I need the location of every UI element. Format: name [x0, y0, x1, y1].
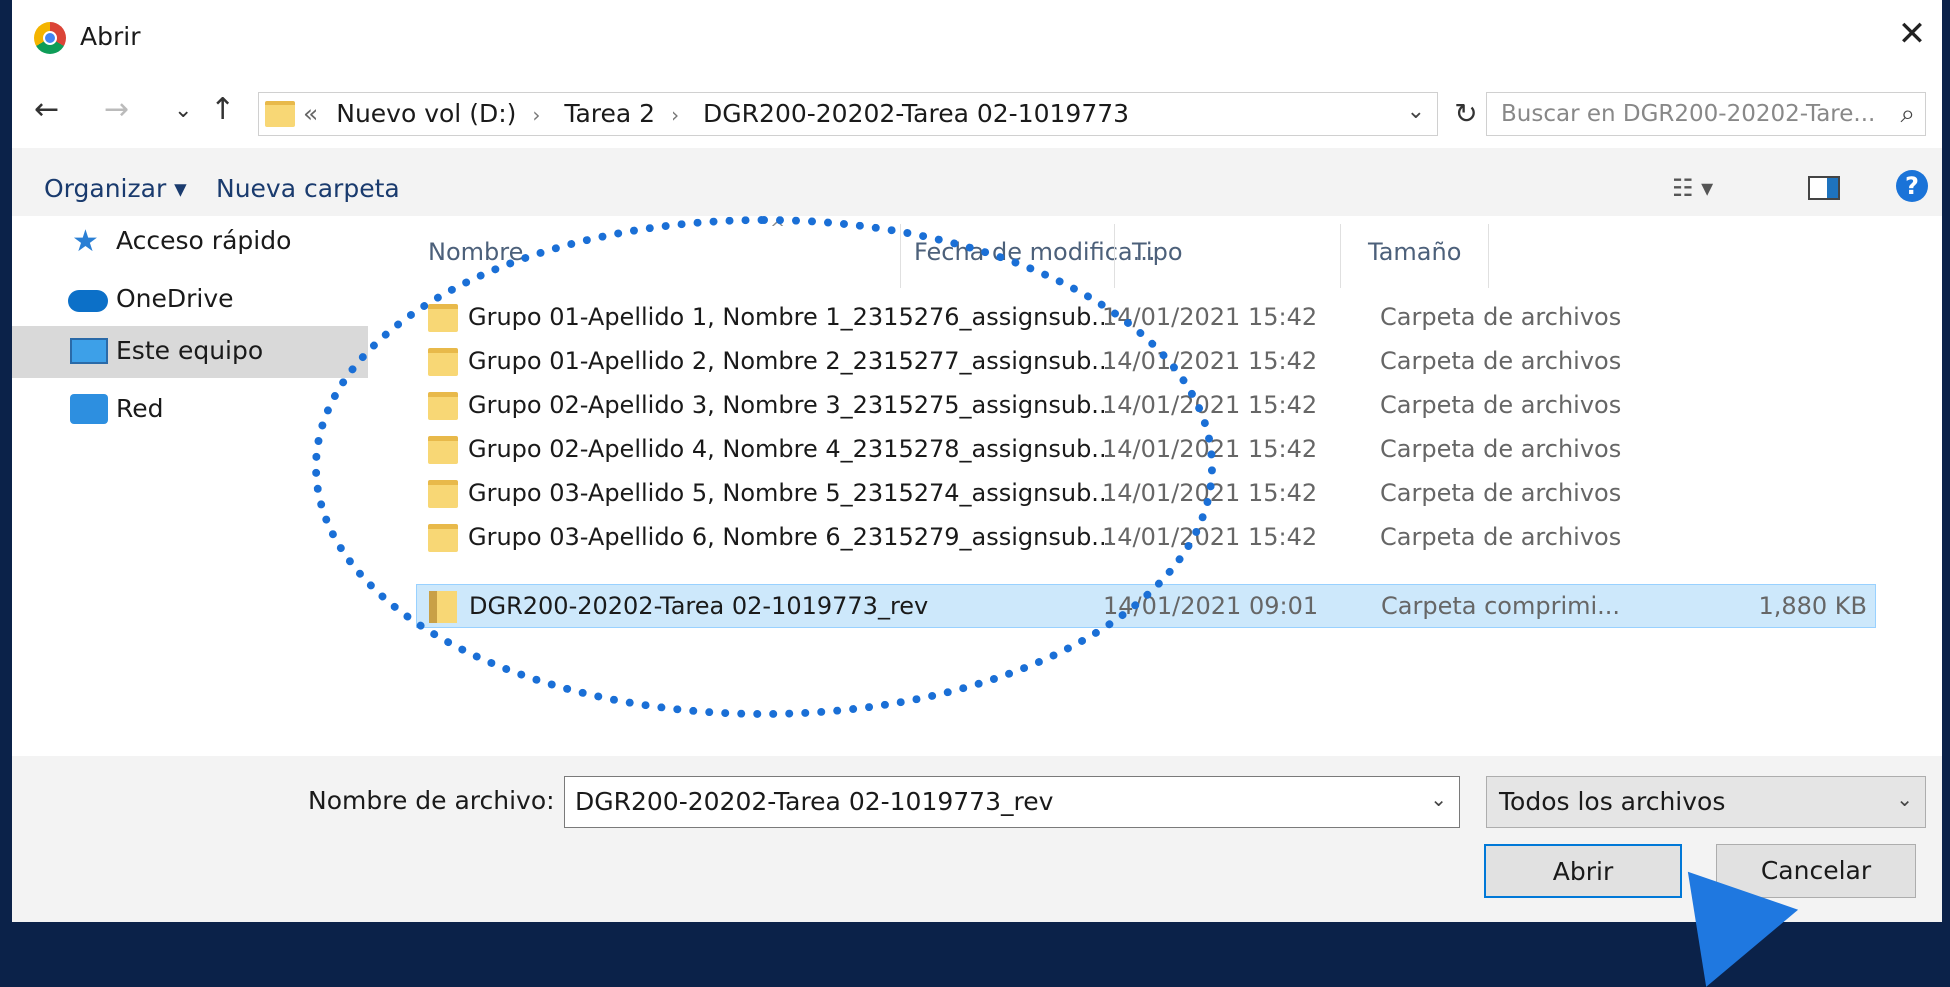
breadcrumb-item[interactable]: DGR200-20202-Tarea 02-1019773	[703, 99, 1129, 128]
window-title: Abrir	[80, 22, 141, 51]
help-icon[interactable]: ?	[1896, 170, 1928, 202]
preview-pane-icon[interactable]	[1808, 176, 1840, 200]
sidebar-item-label: Acceso rápido	[116, 226, 292, 255]
chrome-icon	[34, 22, 66, 54]
breadcrumb-separator[interactable]: ›	[532, 103, 540, 127]
file-type-value: Todos los archivos	[1499, 787, 1726, 816]
file-size: 1,880 KB	[1758, 592, 1867, 620]
breadcrumb-separator[interactable]: ›	[671, 103, 679, 127]
file-type: Carpeta de archivos	[1380, 391, 1622, 419]
title-bar: Abrir ✕	[12, 0, 1942, 80]
refresh-button[interactable]: ↻	[1444, 92, 1488, 136]
sidebar-item-quick-access[interactable]: ★ Acceso rápido	[12, 216, 368, 268]
organize-button[interactable]: Organizar ▾	[44, 174, 187, 203]
sidebar-item-label: Este equipo	[116, 336, 264, 365]
sidebar-item-label: OneDrive	[116, 284, 234, 313]
file-type: Carpeta de archivos	[1380, 479, 1622, 507]
chevron-down-icon[interactable]: ⌄	[1430, 787, 1447, 811]
address-bar[interactable]: « Nuevo vol (D:) › Tarea 2 › DGR200-20202-…	[258, 92, 1438, 136]
recent-locations-button[interactable]: ⌄	[174, 98, 192, 123]
highlight-ellipse	[312, 216, 1216, 718]
column-divider[interactable]	[1488, 224, 1489, 288]
sidebar-item-label: Red	[116, 394, 164, 423]
filename-label: Nombre de archivo:	[308, 786, 555, 815]
forward-button[interactable]: →	[104, 92, 129, 127]
sidebar-item-onedrive[interactable]: OneDrive	[12, 274, 368, 326]
sidebar-item-this-pc[interactable]: Este equipo	[12, 326, 368, 378]
breadcrumb: « Nuevo vol (D:) › Tarea 2 › DGR200-20202-…	[303, 99, 1129, 128]
network-icon	[70, 394, 108, 424]
file-type-select[interactable]: Todos los archivos ⌄	[1486, 776, 1926, 828]
file-type: Carpeta de archivos	[1380, 303, 1622, 331]
view-options-icon[interactable]: ☷ ▾	[1672, 174, 1713, 202]
file-type: Carpeta de archivos	[1380, 347, 1622, 375]
column-divider[interactable]	[1114, 224, 1115, 288]
column-header-type[interactable]: Tipo	[1132, 238, 1183, 266]
column-header-size[interactable]: Tamaño	[1368, 238, 1461, 266]
filename-input[interactable]: DGR200-20202-Tarea 02-1019773_rev ⌄	[564, 776, 1460, 828]
file-type: Carpeta de archivos	[1380, 523, 1622, 551]
sidebar-item-network[interactable]: Red	[12, 384, 368, 436]
folder-icon	[265, 101, 295, 127]
search-placeholder: Buscar en DGR200-20202-Tare...	[1501, 101, 1876, 127]
open-button[interactable]: Abrir	[1484, 844, 1682, 898]
up-button[interactable]: ↑	[210, 92, 235, 127]
file-type: Carpeta comprimi...	[1381, 592, 1621, 620]
breadcrumb-item[interactable]: Nuevo vol (D:)	[336, 99, 516, 128]
back-button[interactable]: ←	[34, 92, 59, 127]
chevron-down-icon: ⌄	[1896, 787, 1913, 811]
search-input[interactable]: Buscar en DGR200-20202-Tare... ⌕	[1486, 92, 1926, 136]
star-icon: ★	[72, 224, 99, 259]
breadcrumb-overflow[interactable]: «	[303, 99, 318, 128]
new-folder-button[interactable]: Nueva carpeta	[216, 174, 400, 203]
address-dropdown-icon[interactable]: ⌄	[1407, 99, 1425, 124]
search-icon: ⌕	[1900, 99, 1915, 129]
computer-icon	[70, 338, 108, 364]
file-type: Carpeta de archivos	[1380, 435, 1622, 463]
filename-value: DGR200-20202-Tarea 02-1019773_rev	[575, 787, 1054, 816]
close-button[interactable]: ✕	[1890, 14, 1934, 58]
column-divider[interactable]	[1340, 224, 1341, 288]
breadcrumb-item[interactable]: Tarea 2	[564, 99, 655, 128]
cloud-icon	[68, 290, 108, 312]
